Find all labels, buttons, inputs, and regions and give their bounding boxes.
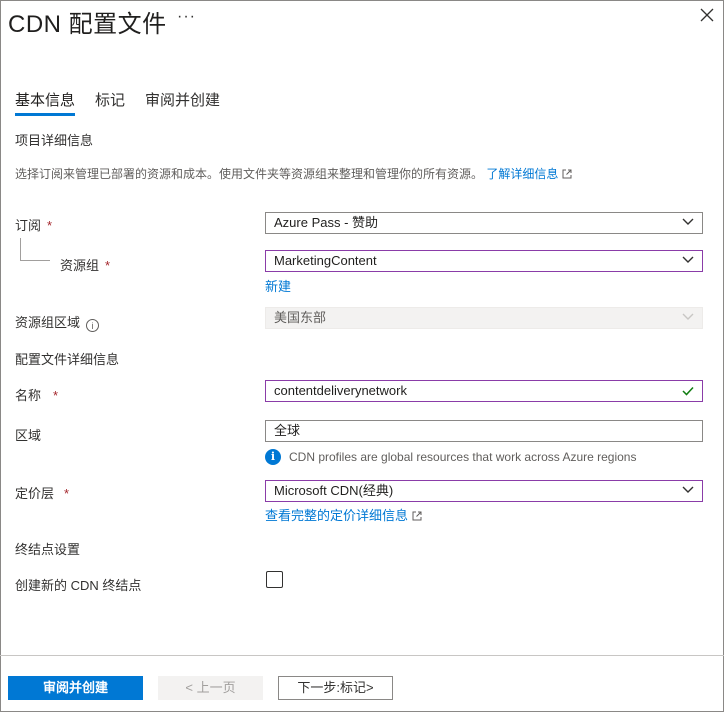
chevron-down-icon [682,256,694,263]
info-icon[interactable]: i [86,319,100,332]
subscription-dropdown[interactable]: Azure Pass - 赞助 [265,212,703,234]
tab-tags[interactable]: 标记 [95,89,125,116]
create-endpoint-checkbox[interactable] [266,571,283,588]
name-input[interactable]: contentdeliverynetwork [265,380,703,402]
chevron-down-icon [682,218,694,225]
resource-group-value: MarketingContent [274,253,377,268]
footer-divider [0,655,724,656]
name-label: 名称 * [15,385,58,404]
pricing-tier-label: 定价层 * [15,483,69,502]
learn-more-label: 了解详细信息 [486,167,559,181]
close-icon[interactable] [700,8,714,22]
tree-connector-horizontal [20,260,50,261]
profile-details-heading: 配置文件详细信息 [15,352,120,367]
required-marker: * [105,258,111,273]
description-text: 选择订阅来管理已部署的资源和成本。使用文件夹等资源组来整理和管理你的所有资源。 [15,167,484,181]
required-marker: * [53,388,59,403]
review-create-button[interactable]: 审阅并创建 [8,676,143,700]
resource-group-region-label: 资源组区域 i [15,312,100,332]
project-details-heading: 项目详细信息 [15,133,94,148]
create-endpoint-label: 创建新的 CDN 终结点 [15,578,142,593]
tab-bar: 基本信息 标记 审阅并创建 [15,89,220,116]
chevron-down-icon [682,486,694,493]
subscription-label: 订阅 * [15,215,52,234]
name-label-text: 名称 [15,388,42,403]
pricing-details-link[interactable]: 查看完整的定价详细信息 [265,505,422,524]
resource-group-region-label-text: 资源组区域 [15,315,81,330]
create-new-resource-group-link[interactable]: 新建 [265,276,291,295]
learn-more-link[interactable]: 了解详细信息 [486,167,572,181]
endpoint-settings-heading: 终结点设置 [15,542,81,557]
page-title: CDN 配置文件 [8,11,167,38]
project-details-description: 选择订阅来管理已部署的资源和成本。使用文件夹等资源组来整理和管理你的所有资源。 … [15,165,572,182]
tab-basics[interactable]: 基本信息 [15,89,76,116]
pricing-details-label: 查看完整的定价详细信息 [265,508,409,523]
external-link-icon [412,511,422,521]
chevron-down-icon [682,313,694,320]
region-label: 区域 [15,428,42,443]
pricing-tier-label-text: 定价层 [15,486,55,501]
region-value: 全球 [274,423,301,438]
next-button[interactable]: 下一步:标记> [278,676,393,700]
resource-group-dropdown[interactable]: MarketingContent [265,250,703,272]
resource-group-label-text: 资源组 [60,258,100,273]
previous-button[interactable]: < 上一页 [158,676,263,700]
resource-group-label: 资源组 * [60,255,110,274]
pricing-tier-dropdown[interactable]: Microsoft CDN(经典) [265,480,703,502]
tree-connector-vertical [20,238,21,260]
external-link-icon [562,169,572,179]
info-icon: i [265,449,281,465]
region-info-text: CDN profiles are global resources that w… [289,450,637,464]
name-value: contentdeliverynetwork [274,383,407,398]
subscription-value: Azure Pass - 赞助 [274,215,379,230]
required-marker: * [47,218,53,233]
checkmark-icon [682,386,694,396]
required-marker: * [64,486,70,501]
pricing-tier-value: Microsoft CDN(经典) [274,483,394,498]
resource-group-region-value: 美国东部 [274,310,327,325]
region-input[interactable]: 全球 [265,420,703,442]
resource-group-region-dropdown: 美国东部 [265,307,703,329]
subscription-label-text: 订阅 [15,218,42,233]
more-options-button[interactable]: ··· [177,8,196,26]
tab-review-create[interactable]: 审阅并创建 [145,89,220,116]
